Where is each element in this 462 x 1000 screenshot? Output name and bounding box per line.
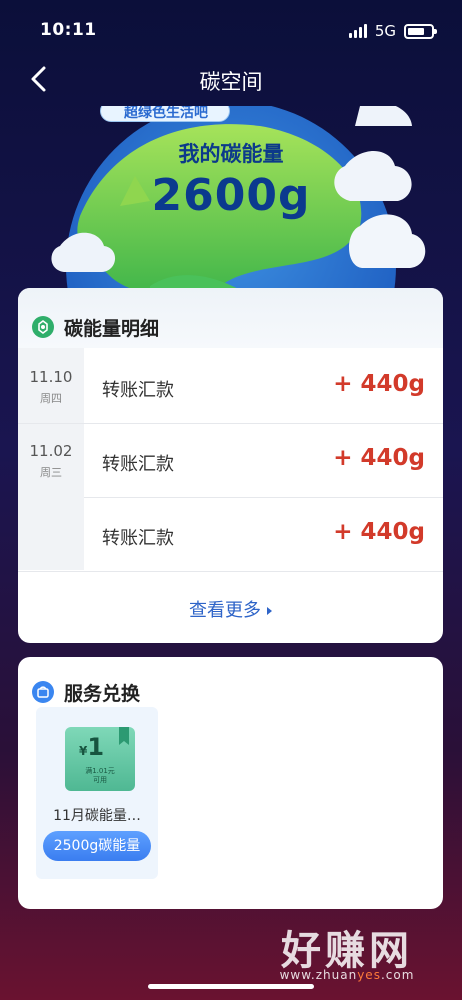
detail-row[interactable]: 转账汇款 + 440g [84, 498, 443, 572]
date-day: 11.10 [29, 368, 73, 386]
detail-row[interactable]: 转账汇款 + 440g [84, 350, 443, 424]
shopping-bag-icon [32, 681, 54, 703]
row-amount: + 440g [333, 445, 425, 471]
row-label: 转账汇款 [102, 454, 174, 475]
watermark-url-suffix: .com [380, 968, 415, 982]
network-label: 5G [374, 22, 396, 40]
page-title: 碳空间 [199, 70, 263, 94]
carbon-detail-card: 碳能量明细 11.10 周四 11.02 周三 转账汇款 + 440g 转账汇款… [18, 288, 443, 643]
carbon-energy-label: 我的碳能量 [178, 142, 284, 166]
date-group: 11.10 周四 [18, 368, 84, 406]
badge-text: 超绿色生活吧 [124, 106, 208, 121]
date-weekday: 周四 [40, 392, 62, 405]
status-time: 10:11 [40, 20, 97, 40]
row-amount: + 440g [333, 371, 425, 397]
row-label: 转账汇款 [102, 528, 174, 549]
battery-icon [404, 23, 437, 39]
status-bar: 10:11 5G [0, 0, 462, 60]
carbon-energy-value: 2600g [151, 170, 311, 221]
date-group: 11.02 周三 [18, 442, 84, 480]
status-indicators: 5G [348, 22, 437, 40]
coupon-amount: ¥1 [79, 733, 104, 761]
view-more-label: 查看更多 [189, 600, 261, 621]
service-exchange-card: 服务兑换 ¥1 满1.01元 可用 11月碳能量… 2500g碳能量 [18, 657, 443, 909]
view-more-link[interactable]: 查看更多 [18, 596, 443, 622]
row-label: 转账汇款 [102, 380, 174, 401]
detail-title: 碳能量明细 [64, 318, 160, 340]
signal-icon [348, 24, 367, 38]
detail-row[interactable]: 转账汇款 + 440g [84, 424, 443, 498]
exchange-button[interactable]: 2500g碳能量 [43, 831, 151, 861]
nav-bar: 碳空间 [0, 56, 462, 106]
watermark-url-highlight: yes [357, 968, 381, 982]
badge-pill: 超绿色生活吧 [100, 106, 230, 122]
coupon-condition-line: 满1.01元 [85, 767, 115, 775]
coupon-card: ¥1 满1.01元 可用 [65, 727, 135, 791]
card-header: 服务兑换 [18, 657, 443, 707]
recycle-icon [32, 316, 54, 338]
service-item[interactable]: ¥1 满1.01元 可用 11月碳能量… 2500g碳能量 [36, 707, 158, 879]
date-day: 11.02 [29, 442, 73, 460]
service-title: 服务兑换 [64, 683, 141, 705]
coupon-usable-line: 可用 [93, 776, 107, 784]
date-weekday: 周三 [40, 466, 62, 479]
watermark-url: www.zhuanyes.com [252, 968, 442, 982]
service-item-name: 11月碳能量… [53, 808, 141, 824]
watermark-url-prefix: www.zhuan [279, 968, 358, 982]
coupon-condition: 满1.01元 可用 [65, 767, 135, 785]
card-header: 碳能量明细 [18, 288, 443, 348]
caret-right-icon [267, 607, 272, 615]
home-indicator[interactable] [148, 984, 314, 989]
divider [18, 571, 443, 572]
bookmark-icon [119, 727, 129, 745]
row-amount: + 440g [333, 519, 425, 545]
coupon-value: 1 [87, 733, 105, 761]
watermark: 好赚网 www.zhuanyes.com [252, 918, 442, 988]
